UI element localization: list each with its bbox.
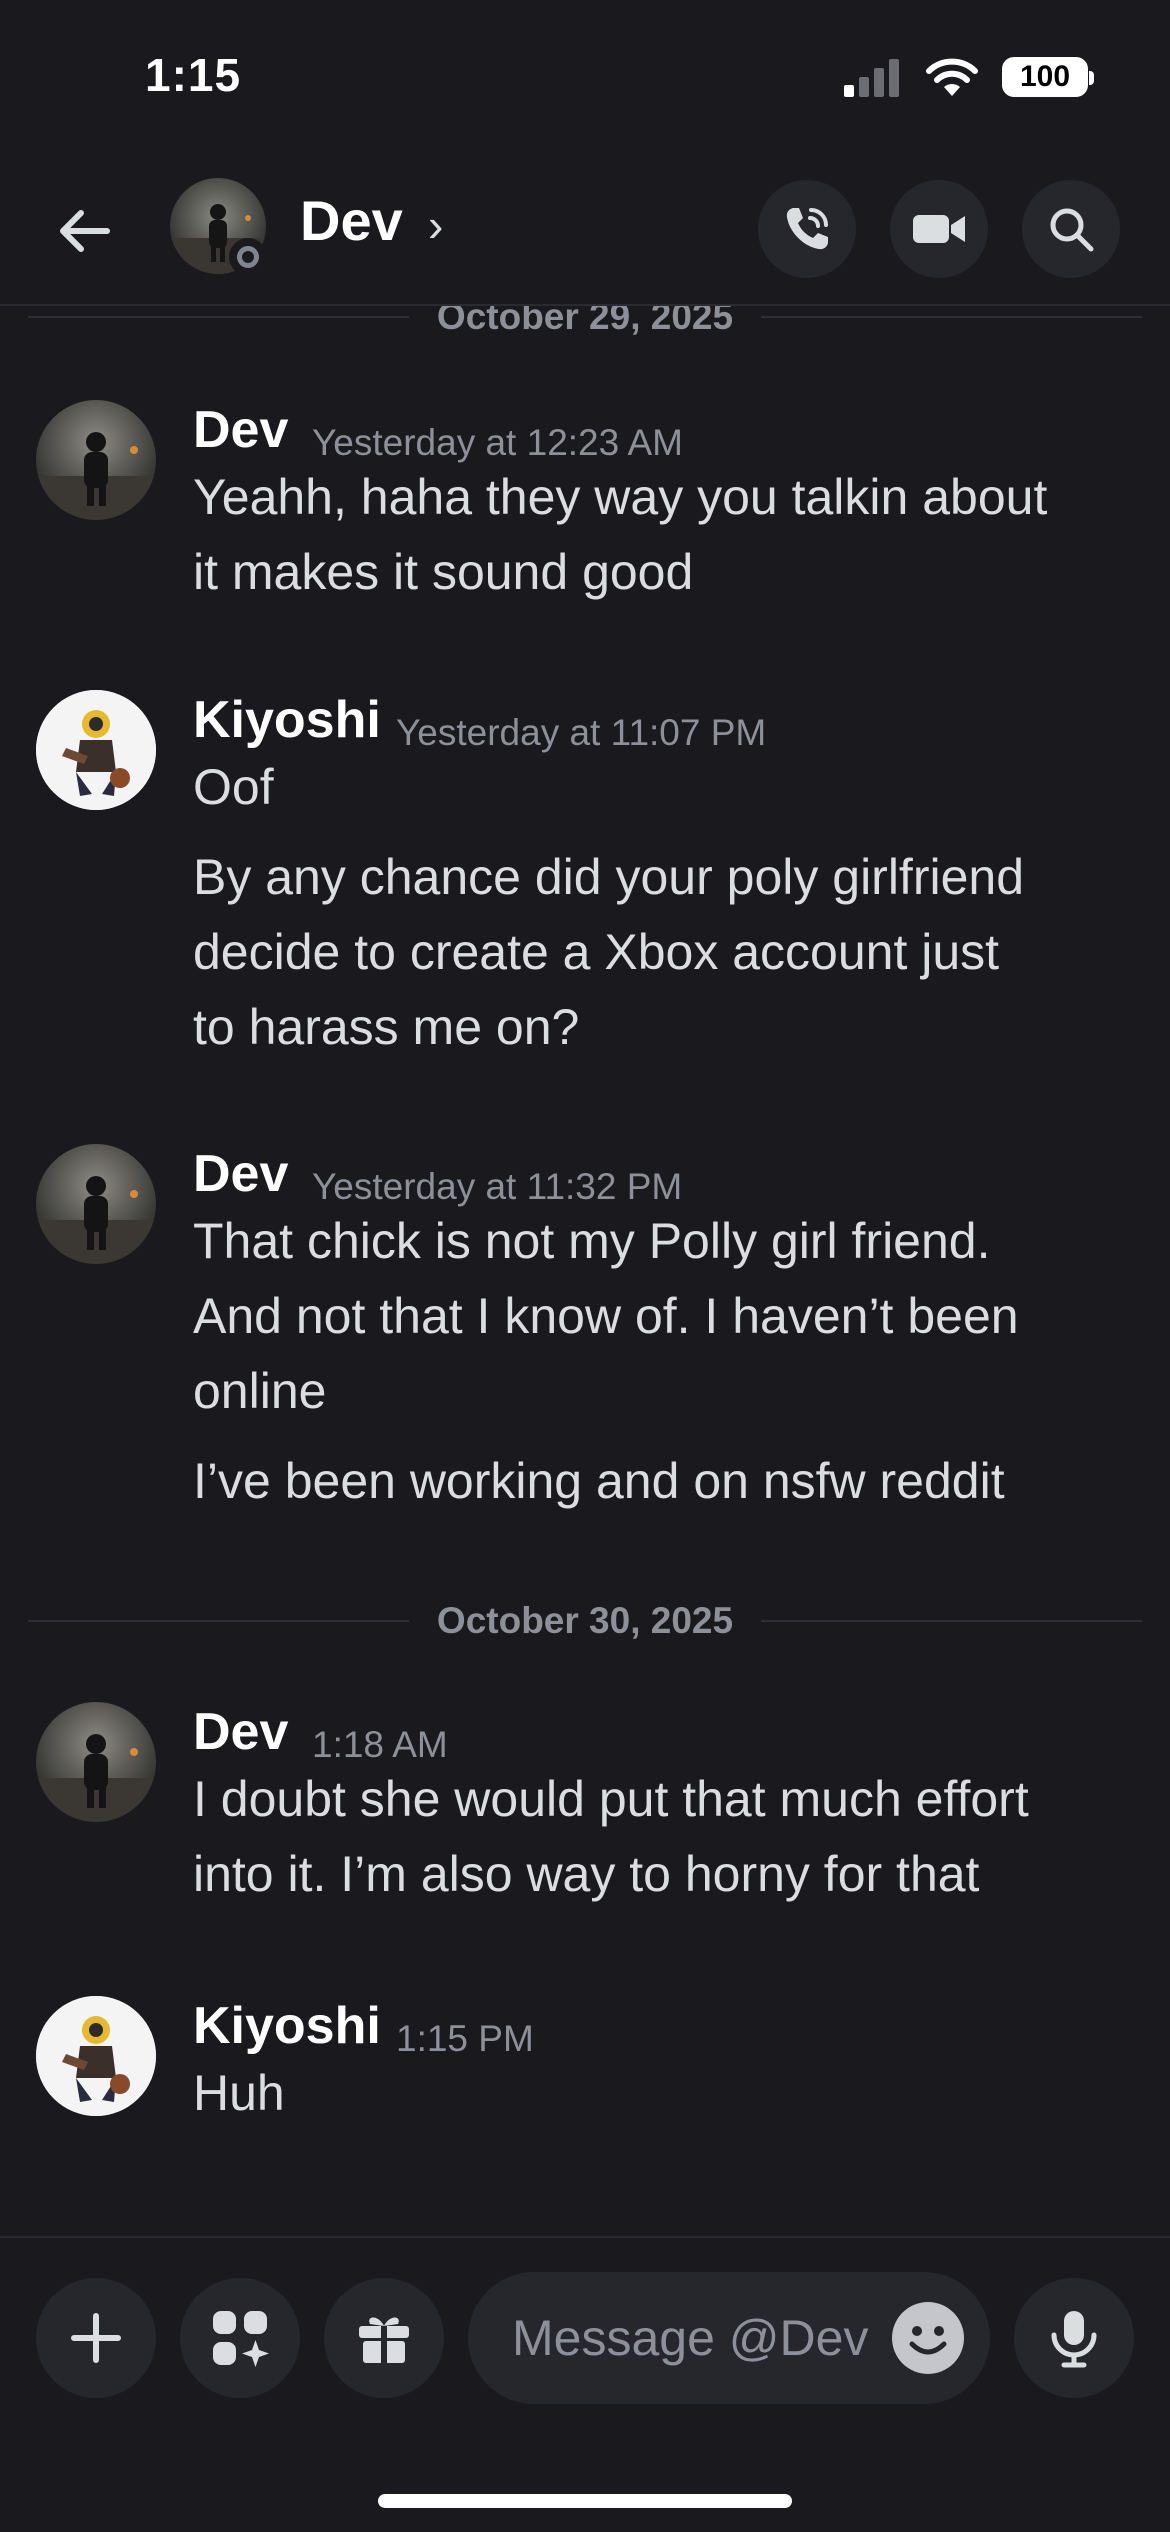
message-author[interactable]: Kiyoshi [193,1996,381,2056]
message-text: decide to create a Xbox account just [193,924,1000,980]
chevron-right-icon[interactable]: › [428,198,443,252]
message-timestamp: Yesterday at 11:07 PM [396,712,767,753]
wifi-icon [926,58,978,96]
offline-status-icon [229,238,267,276]
message-list[interactable]: October 29, 2025 Dev Yesterday at 12:23 … [0,306,1170,2236]
chat-header: Dev › [0,150,1170,306]
video-call-button[interactable] [890,180,988,278]
message-timestamp: 1:15 PM [396,2018,534,2059]
cellular-signal-icon [844,59,899,97]
home-indicator[interactable] [378,2494,792,2508]
emoji-icon [909,2326,947,2355]
gift-icon [359,2317,409,2363]
date-divider: October 30, 2025 [28,1596,1143,1646]
search-icon [1050,208,1094,252]
message-composer [0,2236,1170,2532]
phone-icon [786,208,828,250]
date-divider-label: October 29, 2025 [436,306,734,337]
message-author[interactable]: Kiyoshi [193,690,381,750]
back-button[interactable] [50,196,120,266]
message-text: Huh [193,2065,285,2121]
message-text: online [193,1363,327,1419]
message-text: it makes it sound good [193,544,694,600]
message-text: By any chance did your poly girlfriend [193,849,1025,905]
message-text: And not that I know of. I haven’t been [193,1288,1019,1344]
message-text: into it. I’m also way to horny for that [193,1846,980,1902]
message-text: Yeahh, haha they way you talkin about [193,469,1048,525]
status-icons: 100 [842,52,1094,102]
microphone-icon [1051,2311,1097,2368]
avatar[interactable] [36,690,156,810]
message-author[interactable]: Dev [193,1702,288,1762]
message-text: I’ve been working and on nsfw reddit [193,1453,1005,1509]
avatar[interactable] [36,400,156,520]
message-timestamp: Yesterday at 12:23 AM [312,422,683,463]
avatar[interactable] [36,1702,156,1822]
date-divider-label: October 30, 2025 [436,1600,734,1641]
date-divider: October 29, 2025 [28,306,1143,342]
message-text: I doubt she would put that much effort [193,1771,1029,1827]
message-author[interactable]: Dev [193,400,288,460]
header-username[interactable]: Dev [300,188,403,253]
emoji-button[interactable] [892,2302,964,2374]
message-author[interactable]: Dev [193,1144,288,1204]
apps-button[interactable] [180,2278,300,2398]
status-time: 1:15 [145,49,242,101]
video-camera-icon [913,215,965,243]
arrow-left-icon [60,210,110,252]
status-bar: 1:15 100 [0,0,1170,150]
avatar[interactable] [36,1144,156,1264]
apps-icon [213,2311,269,2367]
message-text: Oof [193,759,274,815]
message-timestamp: 1:18 AM [312,1724,448,1765]
battery-icon: 100 [1002,57,1094,97]
message-timestamp: Yesterday at 11:32 PM [312,1166,683,1207]
gift-button[interactable] [324,2278,444,2398]
avatar[interactable] [36,1996,156,2116]
plus-icon [71,2313,121,2363]
voice-call-button[interactable] [758,180,856,278]
message-text: That chick is not my Polly girl friend. [193,1213,991,1269]
search-button[interactable] [1022,180,1120,278]
attach-button[interactable] [36,2278,156,2398]
message-text: to harass me on? [193,999,580,1055]
voice-message-button[interactable] [1014,2278,1134,2398]
